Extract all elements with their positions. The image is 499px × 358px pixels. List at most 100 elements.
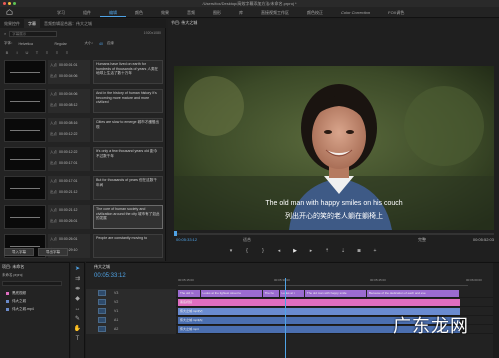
caption-row[interactable]: 入点 00:00:08:16 出点 00:00:12:22 Cities are slo… — [2, 116, 165, 144]
caption-clip[interactable]: The old m — [178, 290, 200, 297]
workspace-tab[interactable]: 音频 — [178, 10, 204, 17]
caption-clip[interactable]: Because of the dedication of each and ev… — [366, 290, 459, 297]
workspace-tab[interactable]: 库 — [230, 10, 252, 17]
format-button[interactable]: ≡ — [44, 50, 50, 55]
monitor-current-timecode[interactable]: 00:05:33:12 — [176, 237, 197, 242]
extract-icon[interactable]: ⇣ — [340, 248, 346, 254]
format-button[interactable]: ≡ — [64, 50, 70, 55]
caption-in-point[interactable]: 入点 00:00:21:12 — [50, 208, 78, 213]
caption-clip[interactable]: Looks at the lightest street la — [200, 290, 262, 297]
project-item[interactable]: 伟大之城.mp4 — [2, 306, 68, 314]
project-search-input[interactable] — [2, 281, 62, 286]
workspace-tab[interactable]: Color Correction — [332, 10, 379, 17]
caption-row[interactable]: 入点 00:00:01:01 出点 00:00:04:06 Humans have li… — [2, 58, 165, 86]
caption-text-field[interactable]: Humans have lived on earth for hundreds … — [93, 60, 163, 84]
fit-dropdown[interactable]: 适合 — [243, 237, 251, 243]
format-button[interactable]: ≡ — [54, 50, 60, 55]
format-button[interactable]: I — [14, 50, 20, 55]
step-forward-icon[interactable]: ▸ — [308, 248, 314, 254]
in-point-value[interactable]: 00:00:01:01 — [59, 63, 78, 67]
pen-tool-icon[interactable]: ✎ — [74, 315, 82, 323]
caption-row[interactable]: 入点 00:00:04:06 出点 00:00:08:12 And in the his… — [2, 87, 165, 115]
export-frame-icon[interactable]: ◙ — [356, 248, 362, 254]
caption-in-point[interactable]: 入点 00:00:17:01 — [50, 179, 78, 184]
caption-text-field[interactable]: And in the history of human history It's… — [93, 89, 163, 113]
caption-row[interactable]: 入点 00:00:17:01 出点 00:00:21:12 But for thousa… — [2, 174, 165, 202]
out-point-value[interactable]: 00:00:04:06 — [59, 74, 78, 78]
monitor-playhead[interactable] — [174, 231, 177, 236]
timeline-vertical-scrollbar[interactable] — [493, 263, 499, 358]
in-point-value[interactable]: 00:00:04:06 — [59, 92, 78, 96]
out-point-value[interactable]: 00:00:26:01 — [59, 219, 78, 223]
caption-in-point[interactable]: 入点 00:00:08:16 — [50, 121, 78, 126]
marker-icon[interactable]: ▾ — [228, 248, 234, 254]
type-tool-icon[interactable]: T — [74, 335, 82, 343]
workspace-tab[interactable]: 编辑 — [100, 10, 126, 17]
caption-row[interactable]: 入点 00:00:12:22 出点 00:00:17:01 It's only a fe… — [2, 145, 165, 173]
monitor-scrub-bar[interactable] — [174, 231, 494, 236]
in-point-value[interactable]: 00:00:21:12 — [59, 208, 78, 212]
pink-clip[interactable]: 黑底视频 — [178, 299, 460, 306]
format-button[interactable]: T — [34, 50, 40, 55]
size-value[interactable]: 40 — [99, 42, 103, 46]
caption-out-point[interactable]: 出点 00:00:21:12 — [50, 190, 78, 195]
lift-icon[interactable]: ⇡ — [324, 248, 330, 254]
workspace-tab[interactable]: 图形 — [204, 10, 230, 17]
home-icon[interactable] — [6, 9, 13, 15]
in-point-value[interactable]: 00:00:12:22 — [59, 150, 78, 154]
caption-text-field[interactable]: But for thousands of years 但在这数千年间 — [93, 176, 163, 200]
caption-in-point[interactable]: 入点 00:00:12:22 — [50, 150, 78, 155]
project-panel-tab[interactable]: 项目: 未命名 — [2, 264, 24, 270]
panel-tab[interactable]: 效果控件 — [0, 19, 24, 28]
import-captions-button[interactable]: 导入字幕 — [4, 248, 34, 256]
timeline-ruler[interactable]: 00:05:15:00 00:05:30:00 00:05:45:00 00:06:0… — [178, 278, 482, 286]
out-point-value[interactable]: 00:00:17:01 — [59, 161, 78, 165]
track-target-toggle[interactable] — [98, 299, 106, 305]
export-captions-button[interactable]: 导出字幕 — [38, 248, 68, 256]
workspace-tab[interactable]: FOX调色 — [379, 10, 413, 17]
razor-tool-icon[interactable]: ◆ — [74, 295, 82, 303]
track-target-toggle[interactable] — [98, 317, 106, 323]
format-button[interactable]: U — [24, 50, 30, 55]
workspace-tab[interactable]: 组件 — [74, 10, 100, 17]
caption-out-point[interactable]: 出点 00:00:17:01 — [50, 161, 78, 166]
timeline-tab[interactable]: 伟大之城 — [94, 264, 110, 270]
format-button[interactable]: B — [4, 50, 10, 55]
caption-text-field[interactable]: Cities are slow to emerge 城市才缓慢出现 — [93, 118, 163, 142]
workspace-tab[interactable]: 颜色校正 — [298, 10, 332, 17]
caption-clip[interactable]: Looks at t — [279, 290, 304, 297]
track-header[interactable]: A2 — [86, 325, 176, 334]
caption-search-input[interactable]: 字幕展示 — [9, 30, 58, 37]
project-item[interactable]: 伟大之城 — [2, 298, 68, 306]
caption-out-point[interactable]: 出点 00:00:08:12 — [50, 103, 78, 108]
project-item[interactable]: 黑底视频 — [2, 290, 68, 298]
track-header[interactable]: V1 — [86, 307, 176, 316]
workspace-tab[interactable]: 直接视频工作区 — [252, 10, 298, 17]
out-point-value[interactable]: 00:00:21:12 — [59, 190, 78, 194]
caption-in-point[interactable]: 入点 00:00:04:06 — [50, 92, 78, 97]
hand-tool-icon[interactable]: ✋ — [74, 325, 82, 333]
workspace-tab[interactable]: 效果 — [152, 10, 178, 17]
in-point-value[interactable]: 00:00:26:01 — [59, 237, 78, 241]
caption-out-point[interactable]: 出点 00:00:04:06 — [50, 74, 78, 79]
slip-tool-icon[interactable]: ↔ — [74, 305, 82, 313]
workspace-tab[interactable]: 学习 — [48, 10, 74, 17]
track-target-toggle[interactable] — [98, 290, 106, 296]
caption-row[interactable]: 入点 00:00:21:12 出点 00:00:26:01 The core of hu… — [2, 203, 165, 231]
mark-in-icon[interactable]: { — [244, 248, 250, 254]
out-point-value[interactable]: 00:00:08:12 — [59, 103, 78, 107]
play-icon[interactable]: ▶ — [292, 248, 298, 254]
caption-clip[interactable]: The ho — [262, 290, 279, 297]
timeline-playhead[interactable] — [285, 278, 286, 358]
selection-tool-icon[interactable]: ➤ — [74, 265, 82, 273]
track-select-tool-icon[interactable]: ⇉ — [74, 275, 82, 283]
settings-icon[interactable]: + — [372, 248, 378, 254]
workspace-tab[interactable]: 颜色 — [126, 10, 152, 17]
program-monitor-tab[interactable]: 节目: 伟大之城 — [171, 20, 197, 26]
style-dropdown[interactable]: Regular — [55, 42, 81, 46]
caption-out-point[interactable]: 出点 00:00:12:22 — [50, 132, 78, 137]
caption-text-field[interactable]: The core of human society and civilizati… — [93, 205, 163, 229]
in-point-value[interactable]: 00:00:08:16 — [59, 121, 78, 125]
font-dropdown[interactable]: Helvetica — [19, 42, 51, 46]
quality-dropdown[interactable]: 完整 — [418, 237, 426, 243]
